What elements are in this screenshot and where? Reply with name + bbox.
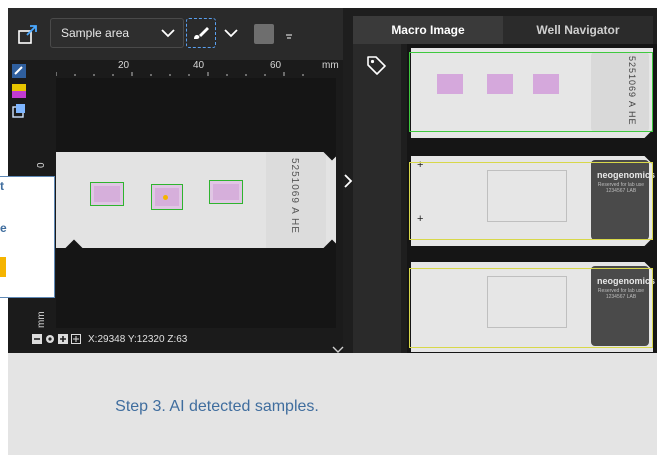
side-toolbar [8,62,30,142]
tag-icon[interactable] [365,54,387,76]
detected-slide-frame[interactable] [409,162,653,240]
ruler-tick-label: 20 [118,60,130,71]
ruler-zero-label: 0 [36,162,47,168]
ruler-unit: mm [36,311,47,328]
region-color-swatch[interactable] [254,24,274,44]
detected-slide-frame[interactable] [409,52,653,132]
zoom-out-icon[interactable] [32,334,42,344]
chevron-down-icon [161,29,175,38]
chevron-right-icon[interactable] [343,173,353,189]
help-callout: t e [0,176,55,298]
tab-well-navigator[interactable]: Well Navigator [503,16,653,44]
draw-region-icon[interactable] [186,18,216,48]
slide-canvas[interactable]: 5251069 A HE [56,78,336,328]
sample-type-select-value: Sample area [61,26,130,40]
slide-viewer-pane: Sample area 20 40 60 mm 0 mm 5251069 A H… [8,8,343,353]
detected-slide-frame[interactable] [409,268,653,348]
ruler-tick-label: 40 [193,60,205,71]
viewer-toolbar: Sample area [8,8,343,60]
ruler-ticks [56,72,304,76]
callout-text: e [0,221,7,235]
sample-type-select[interactable]: Sample area [50,18,184,48]
tab-macro-image[interactable]: Macro Image [353,16,503,44]
swatch-menu-icon[interactable] [284,32,294,42]
detected-sample-region[interactable] [209,180,243,204]
step-caption: Step 3. AI detected samples. [115,398,319,415]
zoom-reset-icon[interactable] [45,334,55,344]
macro-tabs: Macro Image Well Navigator [353,16,657,44]
slide-id-label: 5251069 A HE [289,158,300,234]
fit-view-icon[interactable] [16,22,40,46]
tag-column [353,44,401,353]
slide-corner [644,237,657,255]
chevron-down-icon[interactable] [330,346,346,353]
slide-corner [644,129,657,147]
layer-stack-icon[interactable] [12,104,26,118]
zoom-in-icon[interactable] [58,334,68,344]
annotation-tool-icon[interactable] [12,64,26,78]
caption-box: Step 3. AI detected samples. [8,353,657,455]
slide: 5251069 A HE [56,143,336,257]
macro-image[interactable]: 5251069 A HE neogenomics Reserved for la… [407,44,657,353]
color-channel-icon[interactable] [12,84,26,98]
callout-text: t [0,179,4,193]
ruler-tick-label: 60 [270,60,282,71]
sample-center-marker [163,195,168,200]
stage-coordinates: X:29348 Y:12320 Z:63 [88,333,188,345]
ruler-unit: mm [322,60,339,71]
macro-pane: Macro Image Well Navigator 5251069 A HE [353,8,657,353]
app-window: Sample area 20 40 60 mm 0 mm 5251069 A H… [8,8,657,353]
draw-options-chevron-icon[interactable] [220,22,242,44]
slide-corner [65,239,83,257]
status-bar: X:29348 Y:12320 Z:63 [32,330,343,348]
detected-sample-region[interactable] [90,182,124,206]
crosshair-icon[interactable] [71,334,81,344]
horizontal-ruler: 20 40 60 mm [56,60,343,78]
callout-highlight [0,257,6,277]
